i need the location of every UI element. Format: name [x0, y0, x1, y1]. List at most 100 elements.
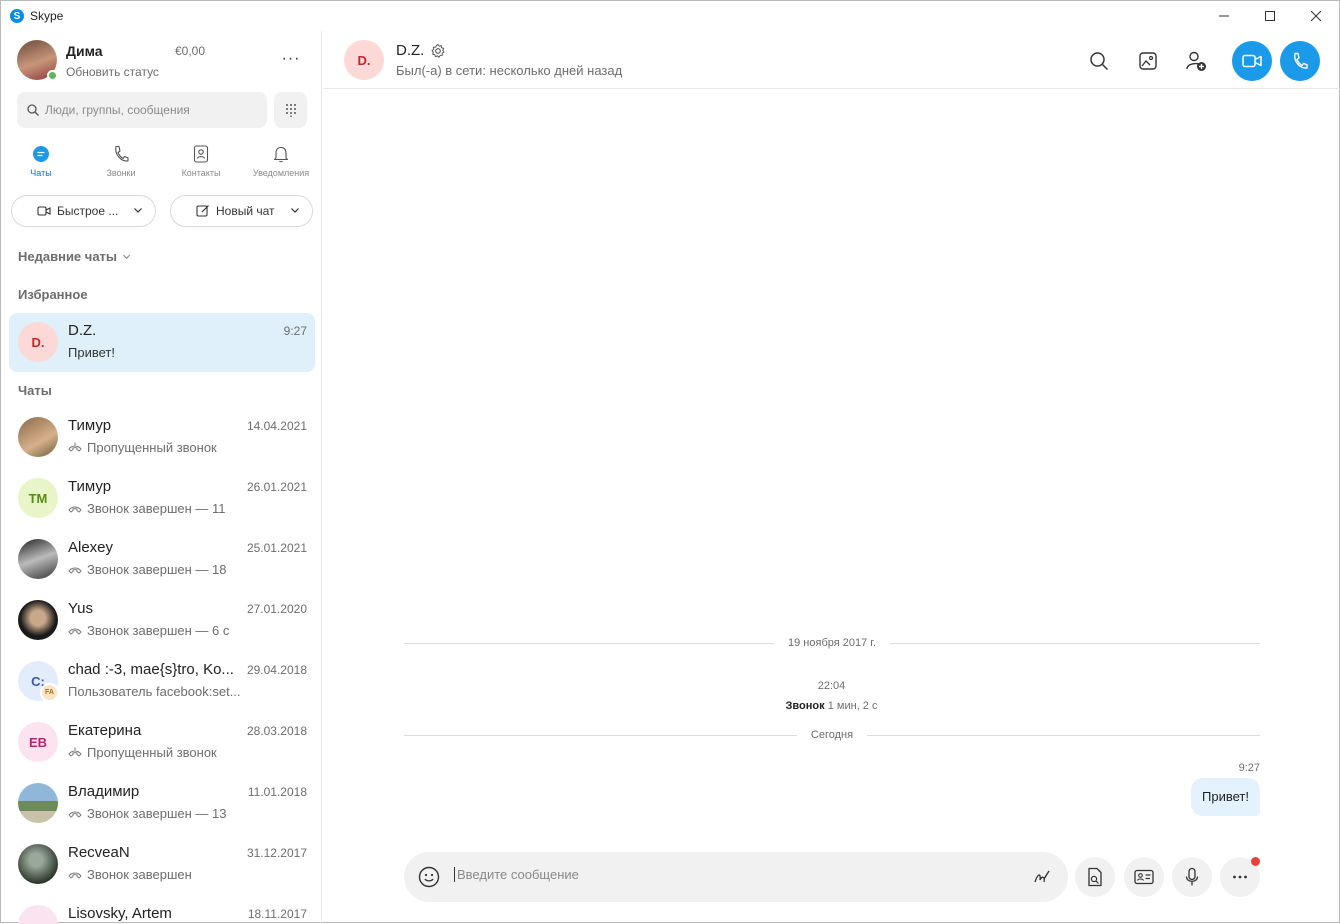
window-controls: [1201, 1, 1339, 31]
audio-call-button[interactable]: [1280, 41, 1320, 81]
record-audio-button[interactable]: [1172, 857, 1212, 897]
more-icon: [1233, 875, 1247, 879]
emoji-icon[interactable]: [417, 865, 441, 889]
list-item[interactable]: RecveaN 31.12.2017 Звонок завершен: [9, 835, 315, 894]
minimize-button[interactable]: [1201, 1, 1247, 31]
chat-name: Lisovsky, Artem: [68, 905, 172, 922]
contact-avatar[interactable]: D.: [344, 40, 384, 80]
search-conversation-button[interactable]: [1079, 41, 1119, 81]
conversation-header: D. D.Z. Был(-а) в сети: несколько дней н…: [323, 31, 1340, 89]
send-file-button[interactable]: [1075, 857, 1115, 897]
microphone-icon: [1185, 867, 1199, 886]
date-divider: 19 ноября 2017 г.: [404, 637, 1260, 649]
list-item[interactable]: Lisovsky, Artem 18.11.2017: [9, 896, 315, 924]
chat-time: 9:27: [283, 324, 307, 338]
chat-last-message: Звонок завершен — 6 с: [68, 623, 250, 638]
search-input[interactable]: [45, 103, 245, 117]
meet-now-button[interactable]: Быстрое ...: [11, 195, 156, 227]
update-status-link[interactable]: Обновить статус: [66, 65, 159, 79]
send-contact-button[interactable]: [1124, 857, 1164, 897]
chevron-down-icon: [291, 208, 299, 213]
list-item[interactable]: Владимир 11.01.2018 Звонок завершен — 13: [9, 774, 315, 833]
chat-time: 29.04.2018: [246, 663, 307, 677]
video-camera-icon: [1242, 54, 1262, 68]
chat-last-message: Звонок завершен — 13: [68, 806, 250, 821]
chat-name: D.Z.: [68, 322, 97, 339]
chevron-down-icon: [122, 254, 131, 260]
list-item[interactable]: TM Тимур 26.01.2021 Звонок завершен — 11: [9, 469, 315, 528]
profile-name[interactable]: Дима: [66, 43, 103, 59]
recent-chats-filter[interactable]: Недавние чаты: [18, 249, 131, 264]
tab-contacts[interactable]: Контакты: [161, 143, 241, 185]
tab-calls[interactable]: Звонки: [81, 143, 161, 185]
maximize-button[interactable]: [1247, 1, 1293, 31]
skype-window: S Skype Дима Обновить статус €0,00 ··· Л…: [0, 0, 1340, 924]
phone-icon: [1294, 52, 1308, 69]
gear-icon[interactable]: [430, 43, 446, 59]
dialpad-button[interactable]: [274, 92, 307, 128]
call-ended-icon: [68, 811, 82, 818]
skype-credit-balance[interactable]: €0,00: [175, 44, 205, 58]
contacts-icon: [193, 145, 209, 163]
date-divider-today: Сегодня: [404, 729, 1261, 741]
contact-last-seen: Был(-а) в сети: несколько дней назад: [396, 63, 623, 78]
add-person-icon: [1186, 51, 1206, 71]
title-bar: S Skype: [1, 1, 1339, 31]
chat-last-message: Звонок завершен — 18: [68, 562, 250, 577]
chat-item-dz[interactable]: D. D.Z. 9:27 Привет!: [9, 313, 315, 372]
list-item[interactable]: Alexey 25.01.2021 Звонок завершен — 18: [9, 530, 315, 589]
chat-time: 14.04.2021: [246, 419, 307, 433]
list-item[interactable]: ЕВ Екатерина 28.03.2018 Пропущенный звон…: [9, 713, 315, 772]
avatar: ЕВ: [18, 722, 58, 762]
phone-icon: [115, 145, 129, 162]
contact-name[interactable]: D.Z.: [396, 42, 446, 59]
tab-notifications[interactable]: Уведомления: [241, 143, 321, 185]
list-item[interactable]: Yus 27.01.2020 Звонок завершен — 6 с: [9, 591, 315, 650]
sidebar: Дима Обновить статус €0,00 ··· Чаты: [1, 31, 322, 924]
chat-time: 18.11.2017: [247, 907, 307, 921]
call-event-duration: 1 мин, 2 с: [827, 700, 878, 712]
chat-last-text: Звонок завершен — 13: [87, 806, 227, 821]
call-ended-icon: [68, 567, 82, 574]
chat-time: 25.01.2021: [246, 541, 307, 555]
search-box[interactable]: [17, 92, 267, 128]
window-title: Skype: [30, 9, 64, 23]
favorites-heading: Избранное: [18, 287, 88, 302]
chevron-down-icon: [134, 208, 142, 213]
list-item[interactable]: Тимур 14.04.2021 Пропущенный звонок: [9, 408, 315, 467]
more-options-button[interactable]: ···: [279, 49, 303, 69]
avatar: [18, 783, 58, 823]
profile-area[interactable]: Дима Обновить статус €0,00 ···: [17, 39, 317, 83]
more-actions-button[interactable]: [1220, 857, 1260, 897]
close-button[interactable]: [1293, 1, 1339, 31]
list-item[interactable]: C: FA chad :-3, mae{s}tro, Ko... 29.04.2…: [9, 652, 315, 711]
chat-name: Владимир: [68, 783, 140, 800]
chat-last-message: Пропущенный звонок: [68, 745, 250, 760]
chat-last-text: Пользователь facebook:set...: [68, 684, 241, 699]
tab-chats[interactable]: Чаты: [1, 143, 81, 185]
call-event: Звонок 1 мин, 2 с: [323, 700, 1340, 712]
chat-last-text: Пропущенный звонок: [87, 745, 217, 760]
group-member-badge: FA: [40, 683, 59, 702]
avatar: [18, 844, 58, 884]
message-input[interactable]: [454, 867, 1024, 882]
chat-last-text: Звонок завершен — 6 с: [87, 623, 230, 638]
avatar: [18, 600, 58, 640]
add-participant-button[interactable]: [1176, 41, 1216, 81]
call-ended-icon: [68, 628, 82, 635]
chat-name: Тимур: [68, 478, 112, 495]
missed-call-icon: [68, 442, 82, 452]
call-ended-icon: [68, 872, 82, 879]
new-chat-button[interactable]: Новый чат: [170, 195, 313, 227]
sent-message-bubble[interactable]: Привет!: [1191, 778, 1260, 816]
chat-name: Тимур: [68, 417, 112, 434]
handwriting-icon[interactable]: [1032, 867, 1052, 887]
video-call-button[interactable]: [1232, 41, 1272, 81]
bell-icon: [273, 146, 289, 163]
avatar: D.: [18, 322, 58, 362]
notification-dot: [1251, 857, 1260, 866]
gallery-button[interactable]: [1128, 41, 1168, 81]
chat-time: 26.01.2021: [246, 480, 307, 494]
skype-logo-icon: S: [10, 9, 24, 23]
avatar: [18, 417, 58, 457]
